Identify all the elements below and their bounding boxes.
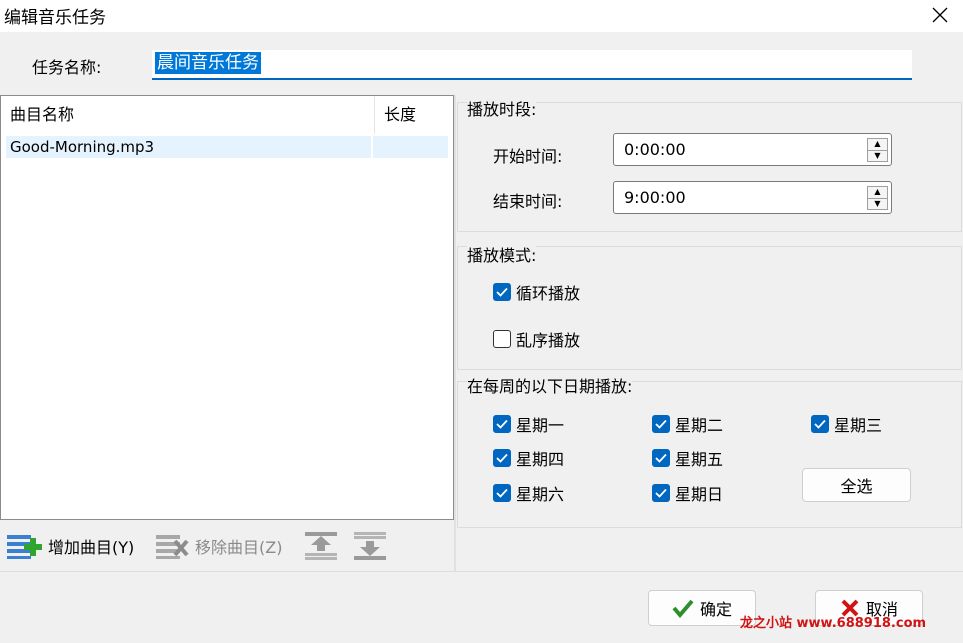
start-time-spinner[interactable]: 0:00:00 ▲ ▼ <box>613 133 892 166</box>
move-down-button[interactable] <box>353 528 387 564</box>
check-icon <box>672 599 694 618</box>
time-period-group: 播放时段: 开始时间: 0:00:00 ▲ ▼ 结束时间: 9:00:00 ▲ … <box>457 96 962 232</box>
checkbox-checked-icon <box>493 484 511 502</box>
spin-up-icon[interactable]: ▲ <box>868 139 887 151</box>
move-down-icon <box>354 532 386 560</box>
checkbox-checked-icon <box>652 415 670 433</box>
end-time-arrows: ▲ ▼ <box>867 186 888 210</box>
table-row[interactable]: Good-Morning.mp3 <box>6 136 448 158</box>
move-up-button[interactable] <box>304 528 338 564</box>
song-list[interactable]: 曲目名称 长度 Good-Morning.mp3 <box>0 95 454 520</box>
shuffle-label: 乱序播放 <box>516 331 581 350</box>
checkbox-checked-icon <box>652 484 670 502</box>
spin-down-icon[interactable]: ▼ <box>868 151 887 162</box>
end-time-value: 9:00:00 <box>624 188 686 207</box>
shuffle-checkbox[interactable]: 乱序播放 <box>493 327 580 351</box>
add-list-icon <box>7 535 42 559</box>
weekdays-title: 在每周的以下日期播放: <box>467 373 633 397</box>
day-checkbox-fri[interactable]: 星期五 <box>652 446 723 470</box>
end-time-spinner[interactable]: 9:00:00 ▲ ▼ <box>613 181 892 214</box>
remove-list-icon <box>156 535 189 559</box>
start-time-value: 0:00:00 <box>624 140 686 159</box>
day-label: 星期一 <box>516 416 565 435</box>
checkbox-checked-icon <box>811 415 829 433</box>
panel-divider <box>454 95 456 572</box>
column-header-name[interactable]: 曲目名称 <box>1 96 375 134</box>
move-up-icon <box>305 532 337 560</box>
day-checkbox-mon[interactable]: 星期一 <box>493 412 564 436</box>
remove-song-label: 移除曲目(Z) <box>195 538 283 557</box>
day-checkbox-sun[interactable]: 星期日 <box>652 481 723 505</box>
day-checkbox-sat[interactable]: 星期六 <box>493 481 564 505</box>
column-header-length[interactable]: 长度 <box>375 96 453 134</box>
day-label: 星期六 <box>516 485 565 504</box>
checkbox-checked-icon <box>493 449 511 467</box>
close-icon <box>932 7 948 23</box>
day-label: 星期五 <box>675 450 724 469</box>
day-label: 星期日 <box>675 485 724 504</box>
task-name-label: 任务名称: <box>32 58 102 77</box>
add-song-label: 增加曲目(Y) <box>48 538 135 557</box>
day-label: 星期二 <box>675 416 724 435</box>
window-title: 编辑音乐任务 <box>4 8 106 28</box>
start-time-arrows: ▲ ▼ <box>867 138 888 162</box>
task-name-input[interactable]: 晨间音乐任务 <box>152 50 912 80</box>
close-button[interactable] <box>917 0 963 30</box>
ok-label: 确定 <box>699 600 732 619</box>
day-checkbox-thu[interactable]: 星期四 <box>493 446 564 470</box>
play-mode-group: 播放模式: 循环播放 乱序播放 <box>457 242 962 370</box>
watermark: 龙之小站 www.688918.com <box>740 616 927 631</box>
remove-song-button[interactable]: 移除曲目(Z) <box>155 528 282 564</box>
task-name-row: 任务名称: 晨间音乐任务 <box>0 32 963 94</box>
add-song-button[interactable]: 增加曲目(Y) <box>6 528 134 564</box>
footer-divider <box>0 571 963 572</box>
start-time-label: 开始时间: <box>493 147 563 166</box>
time-period-title: 播放时段: <box>467 96 537 120</box>
loop-label: 循环播放 <box>516 284 581 303</box>
day-label: 星期三 <box>834 416 883 435</box>
checkbox-checked-icon <box>493 415 511 433</box>
day-checkbox-tue[interactable]: 星期二 <box>652 412 723 436</box>
end-time-label: 结束时间: <box>493 192 563 211</box>
spin-down-icon[interactable]: ▼ <box>868 199 887 210</box>
task-name-value: 晨间音乐任务 <box>155 52 261 74</box>
day-label: 星期四 <box>516 450 565 469</box>
song-name-cell: Good-Morning.mp3 <box>6 136 373 158</box>
day-checkbox-wed[interactable]: 星期三 <box>811 412 882 436</box>
play-mode-title: 播放模式: <box>467 242 537 266</box>
weekdays-group: 在每周的以下日期播放: 星期一 星期二 星期三 星期四 星期五 星期六 星期日 … <box>457 373 962 528</box>
title-bar: 编辑音乐任务 <box>0 0 963 32</box>
checkbox-checked-icon <box>493 283 511 301</box>
checkbox-unchecked-icon <box>493 330 511 348</box>
loop-checkbox[interactable]: 循环播放 <box>493 280 580 304</box>
select-all-label: 全选 <box>840 477 873 496</box>
spin-up-icon[interactable]: ▲ <box>868 187 887 199</box>
song-toolbar: 增加曲目(Y) 移除曲目(Z) <box>0 522 454 570</box>
select-all-button[interactable]: 全选 <box>802 468 911 502</box>
checkbox-checked-icon <box>652 449 670 467</box>
